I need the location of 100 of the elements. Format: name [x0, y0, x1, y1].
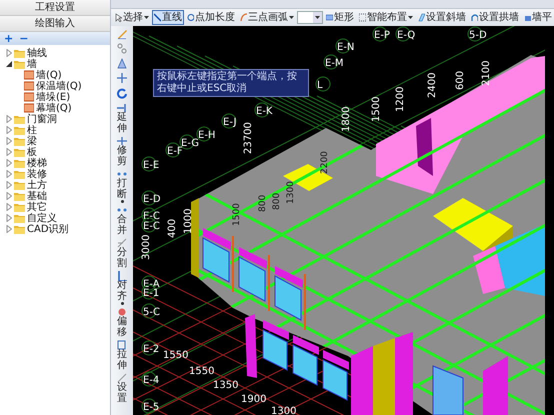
toolbar-button[interactable]	[117, 73, 127, 84]
axis-label: E-P	[372, 26, 390, 42]
toolbar-button[interactable]: 设置	[117, 373, 127, 404]
axis-label: E-E	[142, 156, 160, 172]
folder-icon	[14, 224, 25, 234]
wall-icon	[524, 13, 531, 22]
toolbar-button[interactable]: 延伸	[117, 103, 127, 134]
caret-icon	[120, 200, 124, 203]
toolbar-button[interactable]	[117, 58, 127, 69]
tree-item[interactable]: 轴线	[27, 48, 47, 58]
mirror-icon	[117, 58, 127, 69]
tree-item[interactable]: 墙垛(E)	[36, 92, 70, 102]
tree-item[interactable]: 其它	[27, 202, 47, 212]
axis-label: E-D	[142, 190, 161, 206]
pointer-icon	[115, 13, 122, 22]
tree-item[interactable]: 门窗洞	[27, 114, 57, 124]
axis-label: E-H	[196, 126, 216, 142]
slab-dimension-label: 2200	[320, 151, 330, 174]
slab-dimension-label: 1300	[286, 181, 296, 204]
tree-item[interactable]: 基础	[27, 190, 47, 202]
extend-icon	[117, 103, 127, 113]
folder-icon	[14, 114, 25, 124]
folder-icon	[14, 158, 25, 168]
axis-label: E-J	[222, 114, 236, 128]
axis-label: E-F	[166, 142, 183, 158]
slab-dimension-label: 800	[272, 192, 282, 210]
toolbar-button[interactable]: 矩形	[324, 10, 356, 25]
tree-tool-button[interactable]: −	[19, 33, 28, 44]
panel-tab[interactable]: 工程设置	[0, 0, 110, 16]
tree-item[interactable]: 板	[27, 146, 37, 158]
toolbar-button[interactable]: 三点画弧	[238, 10, 296, 25]
grid-icon	[359, 13, 366, 22]
dimension-label: 400	[167, 218, 178, 238]
rotate-icon	[117, 88, 127, 99]
toolbar-button[interactable]: 分割	[117, 238, 127, 269]
tree-item[interactable]: 自定义	[27, 212, 57, 224]
dimension-label: 2400	[427, 72, 438, 98]
tree-item[interactable]: 装修	[27, 168, 47, 180]
dimension-label: 23700	[243, 122, 254, 154]
toolbar-button[interactable]: 点加长度	[185, 10, 237, 25]
dimension-label: 1000	[183, 208, 194, 234]
dimension-label: 1800	[341, 106, 352, 132]
toolbar-button[interactable]	[117, 43, 127, 54]
tooltip: 按鼠标左键指定第一个端点，按右键中止或ESC取消	[153, 69, 309, 97]
arch-icon	[471, 13, 478, 22]
folder-icon	[14, 213, 25, 223]
tree-item[interactable]: 幕墙(Q)	[36, 102, 72, 114]
dimension-label: 600	[455, 70, 466, 90]
toolbar-button[interactable]: 合并	[117, 205, 127, 236]
folder-icon	[14, 191, 25, 201]
toolbar-button[interactable]: 直线	[152, 10, 184, 25]
axis-label: E-M	[324, 54, 344, 70]
dimension-label: 1550	[189, 366, 214, 377]
axis-label: 5-D	[468, 26, 487, 42]
toolbar-button[interactable]: 修剪	[117, 136, 127, 167]
folder-icon	[14, 147, 25, 157]
toolbar-button[interactable]: 墙平	[522, 10, 554, 25]
toolbar-button[interactable]: 对齐	[117, 271, 127, 305]
toolbar-button[interactable]: 设置拱墙	[469, 10, 521, 25]
combo-field[interactable]	[297, 11, 323, 24]
toolbar-button[interactable]: 选择	[113, 10, 151, 25]
folder-icon	[14, 48, 25, 58]
tree-item[interactable]: 墙(Q)	[36, 70, 62, 80]
toolbar-button[interactable]: 拉伸	[117, 340, 127, 371]
move-icon	[117, 73, 127, 84]
tree-item[interactable]: 柱	[27, 124, 37, 136]
dimension-label: 1200	[395, 86, 406, 112]
folder-icon	[14, 136, 25, 146]
caret-icon	[289, 16, 294, 19]
axis-label: E-4	[142, 372, 160, 386]
caret-icon	[120, 302, 124, 305]
tree-item[interactable]: 保温墙(Q)	[36, 80, 82, 92]
folder-icon	[14, 125, 25, 135]
axis-label: E-Q	[396, 26, 416, 42]
toolbar-button[interactable]: 偏移	[117, 307, 127, 338]
folder-icon	[14, 180, 25, 190]
tree-item[interactable]: 土方	[27, 180, 47, 190]
offset-icon	[117, 307, 127, 317]
toolbar-button[interactable]: 设置斜墙	[416, 10, 468, 25]
axis-label: 5-C	[142, 304, 160, 318]
toolbar-button[interactable]	[117, 88, 127, 99]
toolbar-button[interactable]: 智能布置	[357, 10, 415, 25]
slab-dimension-label: 800	[258, 194, 268, 212]
toolbar-button[interactable]: 打断	[117, 169, 127, 203]
tree-item[interactable]: 墙	[27, 58, 37, 70]
tree-tool-button[interactable]: +	[4, 33, 14, 44]
line-icon	[154, 13, 161, 22]
tree-item[interactable]: CAD识别	[27, 224, 69, 234]
caret-icon	[144, 16, 149, 19]
axis-label: L	[316, 76, 330, 92]
panel-tab[interactable]: 绘图输入	[0, 16, 110, 32]
arc-icon	[240, 13, 247, 22]
tree-item[interactable]: 楼梯	[27, 158, 47, 168]
dimension-label: 1500	[371, 96, 382, 122]
axis-label: E-N	[336, 38, 354, 54]
dimension-label: 1350	[213, 380, 238, 391]
dimension-label: 2100	[481, 60, 492, 86]
tree-item[interactable]: 梁	[27, 136, 37, 146]
slanted-wall-icon	[418, 13, 425, 22]
trim-icon	[117, 136, 127, 146]
